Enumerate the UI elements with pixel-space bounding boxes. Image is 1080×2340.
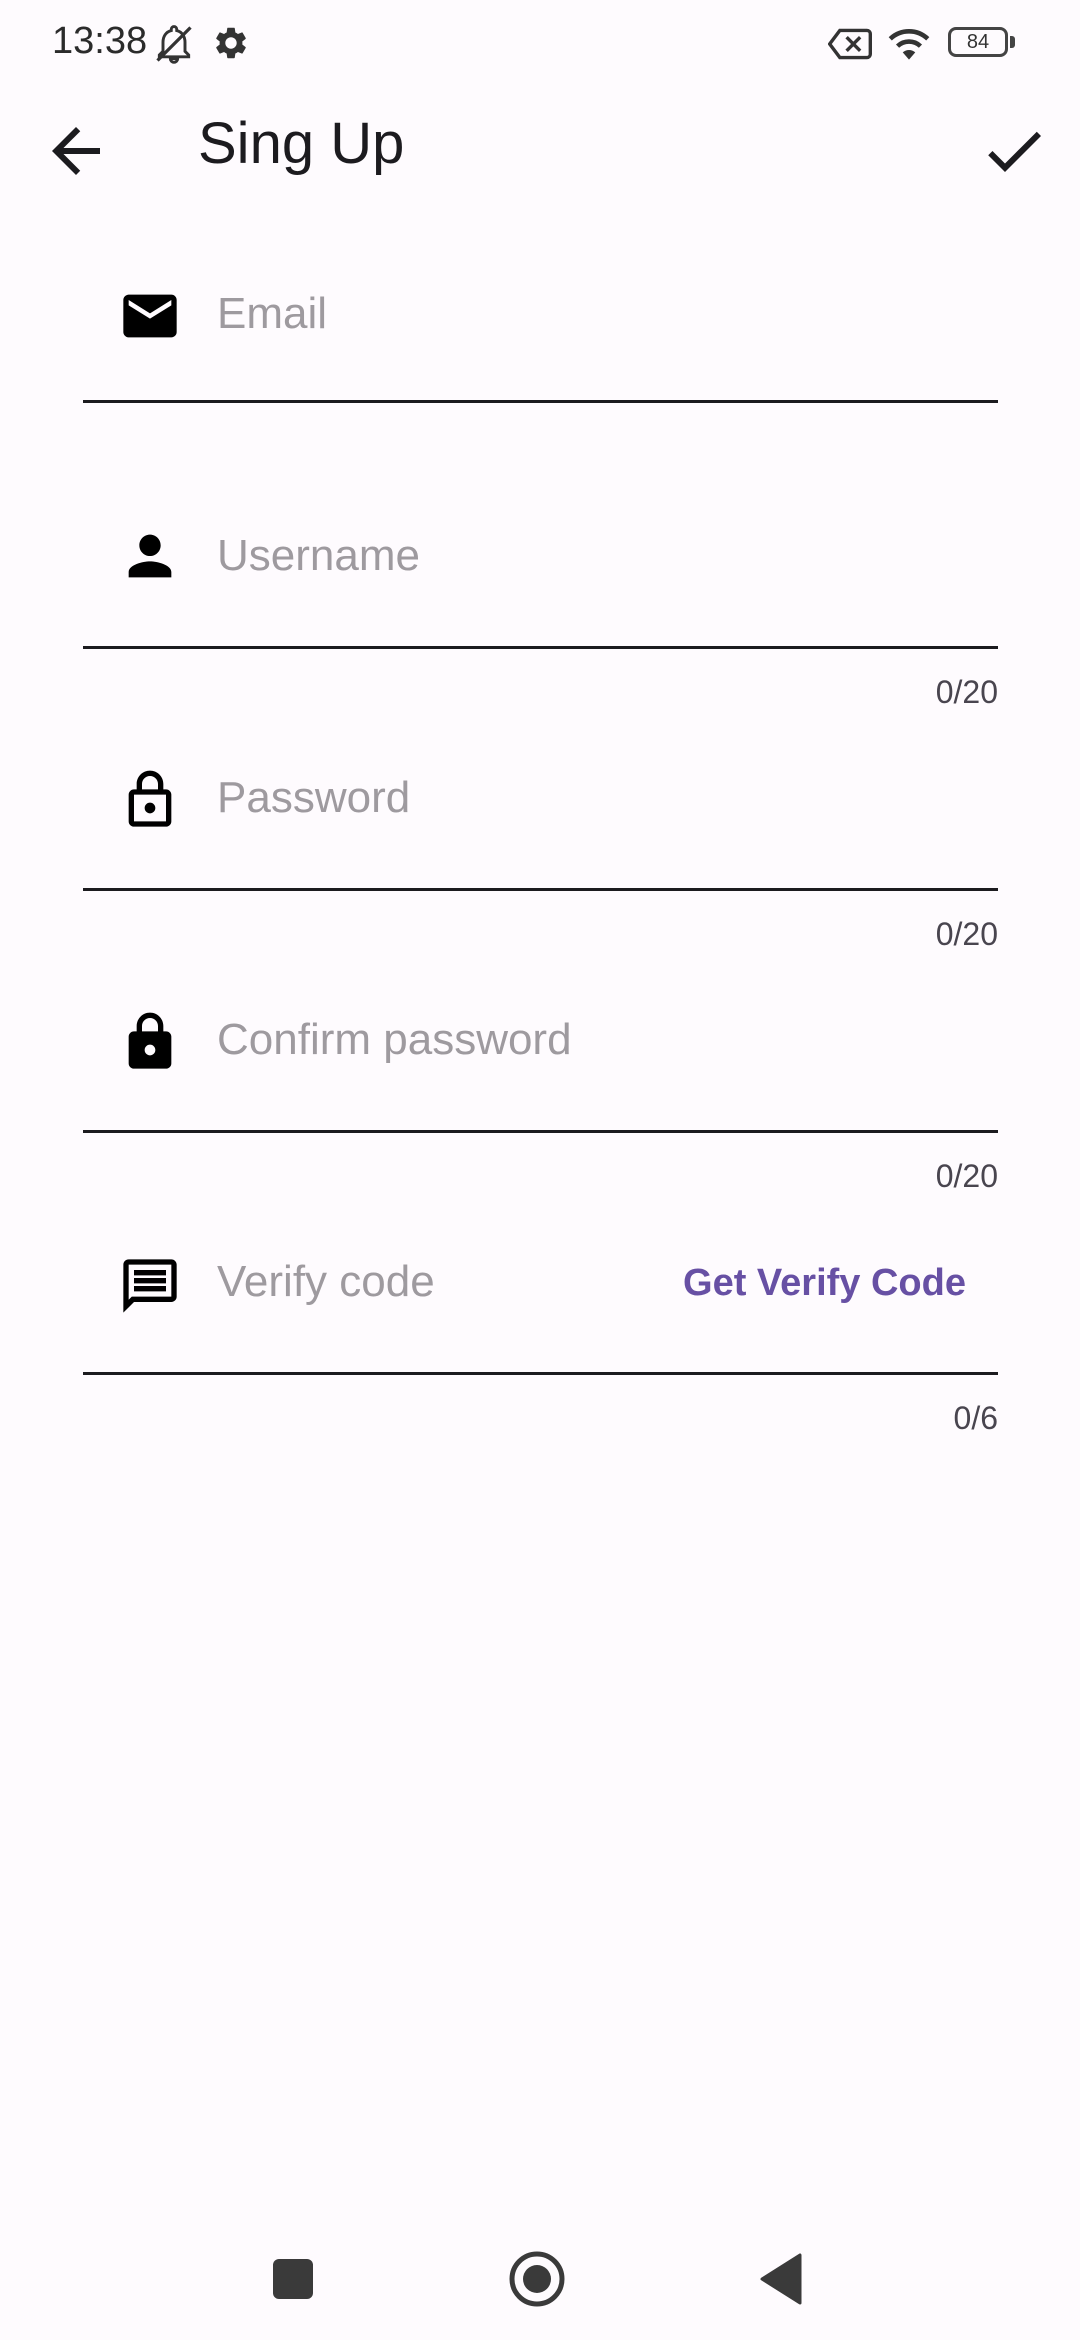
password-input[interactable] [217, 758, 737, 838]
email-field [83, 270, 998, 430]
email-input[interactable] [217, 274, 737, 354]
confirm-password-field: 0/20 [83, 1000, 998, 1194]
confirm-password-input[interactable] [217, 1000, 737, 1080]
lock-outline-icon [128, 770, 172, 827]
email-underline [83, 400, 998, 403]
person-icon [128, 534, 172, 578]
nav-back-button[interactable] [742, 2239, 822, 2319]
confirm-password-counter: 0/20 [935, 1158, 998, 1194]
username-input[interactable] [217, 516, 737, 596]
recents-button[interactable] [253, 2239, 333, 2319]
arrow-back-icon [52, 127, 100, 175]
no-sim-icon [828, 28, 872, 60]
password-counter: 0/20 [935, 916, 998, 952]
verify-code-input[interactable] [217, 1242, 657, 1322]
bell-off-icon [156, 25, 192, 64]
app-bar: Sing Up [0, 90, 1080, 210]
back-button[interactable] [40, 115, 112, 187]
password-underline [83, 888, 998, 891]
mail-icon [123, 294, 177, 338]
confirm-button[interactable] [978, 115, 1050, 187]
system-nav-bar [0, 2215, 1080, 2340]
username-counter: 0/20 [935, 674, 998, 710]
battery-tip [1010, 36, 1015, 48]
home-icon [509, 2251, 565, 2307]
verify-code-field: Get Verify Code 0/6 [83, 1242, 998, 1436]
lock-icon [128, 1012, 172, 1069]
page-title: Sing Up [198, 111, 405, 176]
get-verify-code-button[interactable]: Get Verify Code [683, 1262, 966, 1305]
username-field: 0/20 [83, 516, 998, 710]
home-button[interactable] [497, 2239, 577, 2319]
verify-code-underline [83, 1372, 998, 1375]
verify-code-counter: 0/6 [953, 1400, 998, 1436]
check-icon [988, 131, 1041, 172]
back-icon [760, 2253, 802, 2305]
status-bar: 13:38 84 [0, 0, 1080, 90]
confirm-password-underline [83, 1130, 998, 1133]
message-icon [123, 1259, 177, 1313]
battery-icon: 84 [948, 27, 1008, 57]
gear-icon [216, 27, 246, 59]
battery-level: 84 [966, 31, 990, 53]
password-field: 0/20 [83, 758, 998, 952]
status-time: 13:38 [52, 20, 148, 62]
username-underline [83, 646, 998, 649]
wifi-icon [888, 29, 930, 60]
recents-icon [273, 2259, 313, 2299]
